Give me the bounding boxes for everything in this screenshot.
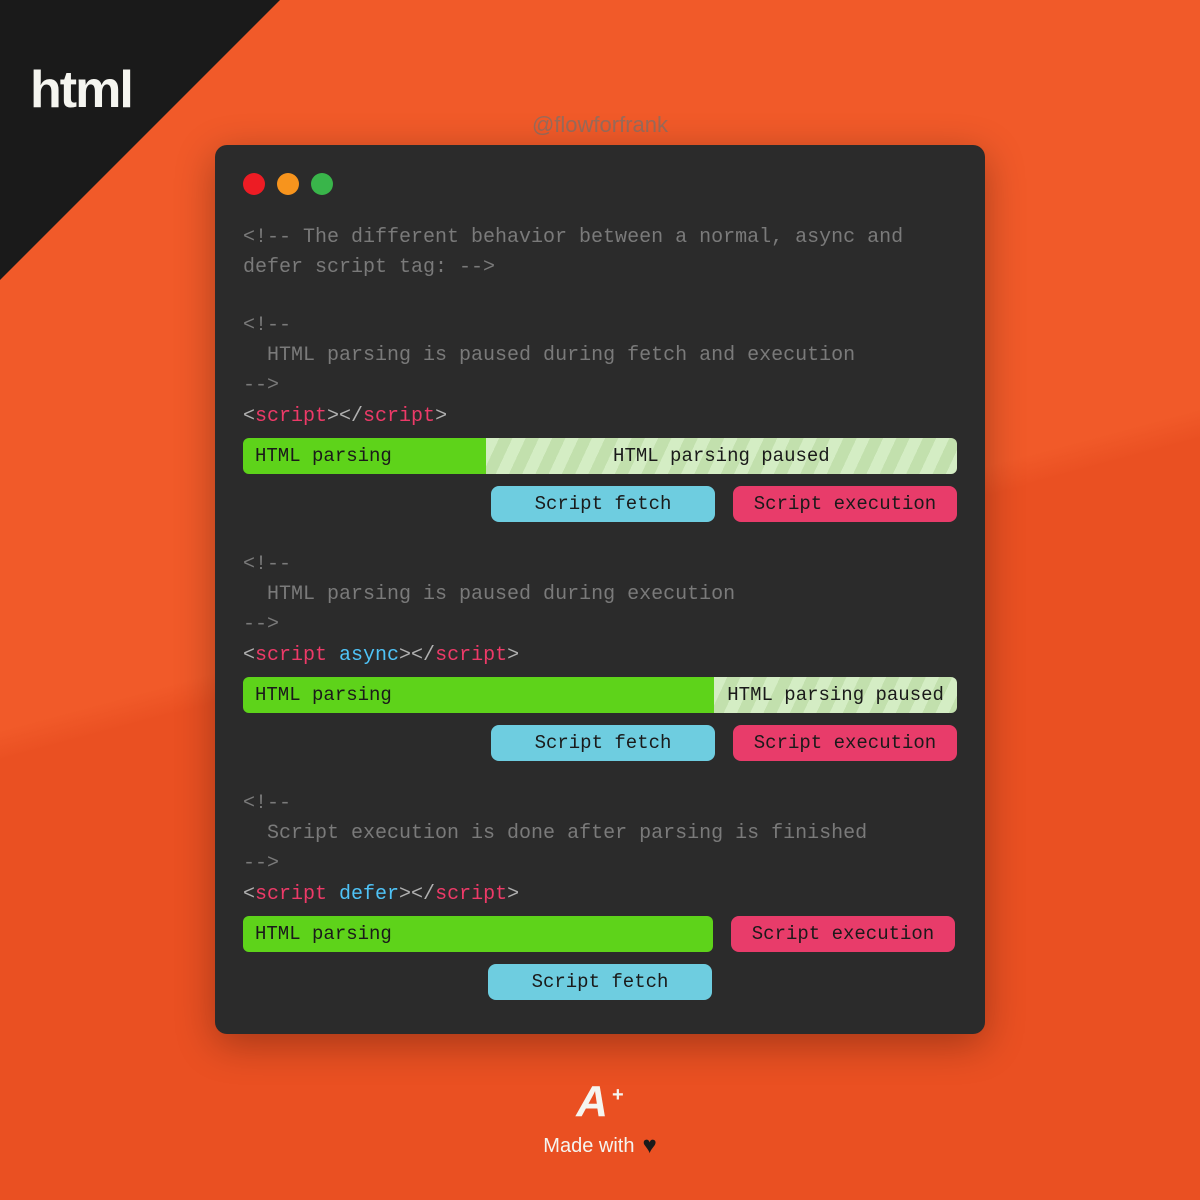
maximize-icon	[311, 173, 333, 195]
code-line: <script></script>	[243, 405, 957, 428]
html-parsing-bar: HTML parsing	[243, 438, 486, 474]
traffic-lights	[243, 173, 957, 195]
corner-label: html	[30, 60, 132, 120]
section-normal: <!-- HTML parsing is paused during fetch…	[243, 311, 957, 522]
minimize-icon	[277, 173, 299, 195]
heart-icon: ♥	[642, 1132, 656, 1160]
pill-row: Script fetch Script execution	[243, 486, 957, 522]
parsing-bar: HTML parsing HTML parsing paused	[243, 438, 957, 474]
html-parsing-paused-bar: HTML parsing paused	[714, 677, 957, 713]
section-comment: <!-- Script execution is done after pars…	[243, 789, 957, 879]
parsing-bar: HTML parsing Script execution	[243, 916, 957, 952]
pill-row: Script fetch	[243, 964, 957, 1000]
logo-icon: A+	[543, 1080, 656, 1124]
section-comment: <!-- HTML parsing is paused during execu…	[243, 550, 957, 640]
made-with-label: Made with ♥	[543, 1132, 656, 1160]
close-icon	[243, 173, 265, 195]
pill-row: Script fetch Script execution	[243, 725, 957, 761]
code-line: <script defer></script>	[243, 883, 957, 906]
script-execution-pill: Script execution	[733, 725, 957, 761]
intro-comment: <!-- The different behavior between a no…	[243, 223, 957, 283]
section-comment: <!-- HTML parsing is paused during fetch…	[243, 311, 957, 401]
html-parsing-paused-bar: HTML parsing paused	[486, 438, 957, 474]
script-execution-pill: Script execution	[733, 486, 957, 522]
code-window: <!-- The different behavior between a no…	[215, 145, 985, 1034]
html-parsing-bar: HTML parsing	[243, 677, 714, 713]
script-fetch-pill: Script fetch	[491, 486, 715, 522]
code-line: <script async></script>	[243, 644, 957, 667]
section-defer: <!-- Script execution is done after pars…	[243, 789, 957, 1000]
footer: A+ Made with ♥	[543, 1080, 656, 1160]
script-execution-pill: Script execution	[731, 916, 955, 952]
html-parsing-bar: HTML parsing	[243, 916, 713, 952]
section-async: <!-- HTML parsing is paused during execu…	[243, 550, 957, 761]
author-handle: @flowforfrank	[532, 112, 668, 138]
script-fetch-pill: Script fetch	[491, 725, 715, 761]
parsing-bar: HTML parsing HTML parsing paused	[243, 677, 957, 713]
script-fetch-pill: Script fetch	[488, 964, 712, 1000]
